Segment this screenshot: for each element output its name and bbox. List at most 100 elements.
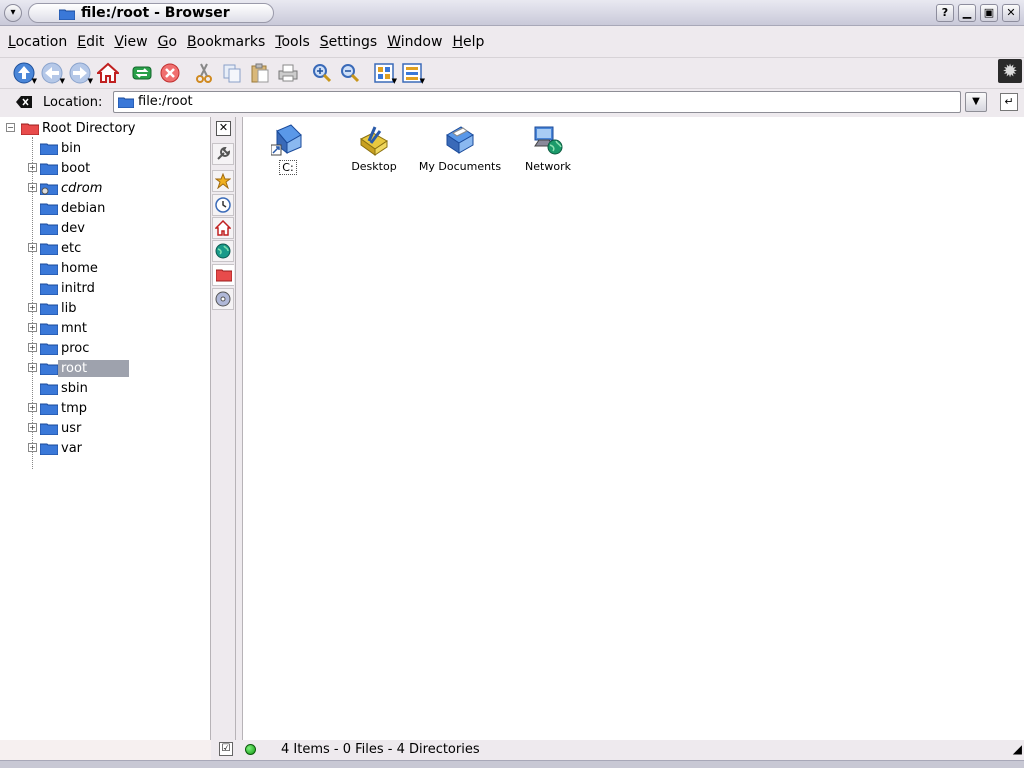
sidebar-tab-services[interactable] [212,143,234,165]
maximize-button[interactable]: ▣ [980,4,998,22]
up-button[interactable]: ▼ [10,59,38,87]
toolbar: ▼ ▼ ▼ ▼ ▼ ✹ [0,57,1024,87]
go-button[interactable]: ↵ [1000,93,1018,111]
tree-expand-toggle[interactable]: + [28,423,37,432]
tree-expand-toggle[interactable]: + [28,243,37,252]
reload-button[interactable] [128,59,156,87]
tree-expand-toggle[interactable]: + [28,163,37,172]
home-icon [97,62,119,83]
paste-button[interactable] [246,59,274,87]
tree-expand-toggle[interactable]: + [28,303,37,312]
menu-help[interactable]: Help [452,34,484,50]
menu-location[interactable]: Location [8,34,67,50]
menu-edit[interactable]: Edit [77,34,104,50]
tree-item-cdrom[interactable]: cdrom [40,178,105,198]
zoom-out-button[interactable] [336,59,364,87]
minimize-button[interactable]: ▁ [958,4,976,22]
sidebar-tab-bookmarks[interactable] [212,170,234,192]
tree-expand-toggle[interactable]: + [28,343,37,352]
tree-item-lib[interactable]: lib [40,298,79,318]
home-button[interactable] [94,59,122,87]
file-item-name: My Documents [418,160,502,173]
close-button[interactable]: ✕ [1002,4,1020,22]
detail-view-button[interactable]: ▼ [398,59,426,87]
tree-expand-toggle[interactable]: + [28,403,37,412]
tree-item-mnt[interactable]: mnt [40,318,90,338]
menu-tools[interactable]: Tools [275,34,310,50]
title-pill: file:/root - Browser [28,3,274,23]
location-value: file:/root [138,94,193,109]
tree-item-sbin[interactable]: sbin [40,378,91,398]
tree-item-debian[interactable]: debian [40,198,108,218]
folder-icon [40,423,58,435]
help-button[interactable]: ? [936,4,954,22]
tree-collapse-toggle[interactable]: − [6,123,15,132]
icon-view-button[interactable]: ▼ [370,59,398,87]
tree-expand-toggle[interactable]: + [28,183,37,192]
file-item-c-drive[interactable]: C: [243,121,333,175]
tree-item-initrd[interactable]: initrd [40,278,98,298]
copy-button[interactable] [218,59,246,87]
file-item-desktop[interactable]: Desktop [329,121,419,173]
tree-item-usr[interactable]: usr [40,418,84,438]
link-view-checkbox[interactable]: ☑ [219,742,233,756]
sidebar-tab-history[interactable] [212,194,234,216]
disc-icon [215,291,231,307]
menu-view[interactable]: View [114,34,147,50]
directory-tree: − Root Directory bin + boot + cdrom debi… [0,117,211,740]
tree-item-tmp[interactable]: tmp [40,398,90,418]
tree-item-label: dev [61,220,85,236]
stop-button[interactable] [156,59,184,87]
back-button[interactable]: ▼ [38,59,66,87]
sidebar-tab-media[interactable] [212,288,234,310]
clear-location-icon[interactable] [16,95,32,109]
zoom-in-button[interactable] [308,59,336,87]
sidebar-tab-root-folder[interactable] [212,264,234,286]
tree-expand-toggle[interactable]: + [28,443,37,452]
location-input[interactable]: file:/root [113,91,961,113]
window-menu-button[interactable]: ▾ [4,4,22,22]
menu-bookmarks[interactable]: Bookmarks [187,34,265,50]
tree-item-label: etc [61,240,82,256]
folder-icon [40,143,58,155]
menu-settings[interactable]: Settings [320,34,377,50]
home-icon [215,220,231,236]
star-icon [215,173,231,189]
forward-button[interactable]: ▼ [66,59,94,87]
tree-item-label: initrd [61,280,95,296]
tree-item-var[interactable]: var [40,438,85,458]
cut-button[interactable] [190,59,218,87]
tree-item-home[interactable]: home [40,258,101,278]
file-item-network[interactable]: Network [503,121,593,173]
file-item-my-documents[interactable]: My Documents [415,121,505,173]
tree-item-dev[interactable]: dev [40,218,88,238]
tree-item-label: debian [61,200,106,216]
tree-expand-toggle[interactable]: + [28,323,37,332]
stop-icon [160,63,180,82]
tree-item-bin[interactable]: bin [40,138,84,158]
tree-item-boot[interactable]: boot [40,158,93,178]
print-icon [278,64,298,81]
tree-root[interactable]: Root Directory [21,118,139,138]
clock-icon [215,197,231,213]
close-sidebar-button[interactable]: ✕ [216,121,231,136]
tree-item-label: root [58,359,129,377]
sidebar-tab-network[interactable] [212,240,234,262]
reload-icon [132,66,152,79]
root-folder-icon [21,123,39,135]
tree-item-label: sbin [61,380,88,396]
folder-icon [40,263,58,275]
menu-go[interactable]: Go [158,34,177,50]
tree-item-etc[interactable]: etc [40,238,84,258]
tree-expand-toggle[interactable]: + [28,363,37,372]
resize-grip-icon[interactable]: ◢ [1013,742,1022,756]
location-dropdown-button[interactable]: ▼ [965,92,987,112]
sidebar-tab-home[interactable] [212,217,234,239]
print-button[interactable] [274,59,302,87]
tree-item-root[interactable]: root [40,358,129,378]
folder-icon [40,223,58,235]
folder-icon [40,343,58,355]
menu-window[interactable]: Window [387,34,442,50]
tree-item-proc[interactable]: proc [40,338,92,358]
folder-icon [40,383,58,395]
